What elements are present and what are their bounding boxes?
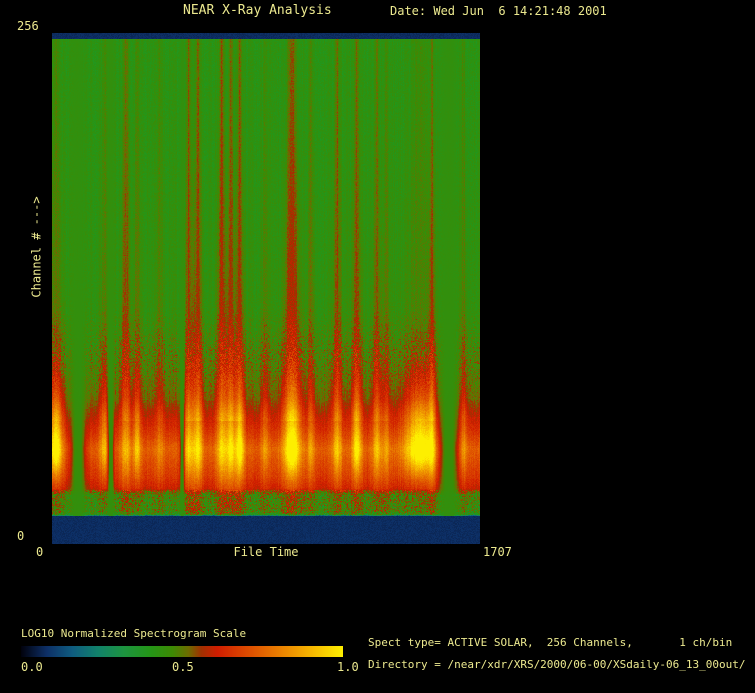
spect-type-label: Spect type= ACTIVE SOLAR, 256 Channels, … xyxy=(368,636,733,649)
spectrogram-canvas xyxy=(52,33,480,544)
spectrogram-plot-area xyxy=(52,33,480,544)
colorbar-title: LOG10 Normalized Spectrogram Scale xyxy=(21,627,247,640)
x-axis-min-label: 0 xyxy=(36,545,44,559)
y-axis-label: Channel # ---> xyxy=(29,196,44,298)
directory-label: Directory = /near/xdr/XRS/2000/06-00/XSd… xyxy=(368,658,746,671)
page-title: NEAR X-Ray Analysis xyxy=(183,3,332,18)
colorbar-tick-min: 0.0 xyxy=(21,660,43,674)
y-axis-max-label: 256 xyxy=(17,19,39,33)
x-axis-label: File Time xyxy=(233,545,299,559)
plot-window: NEAR X-Ray Analysis Date: Wed Jun 6 14:2… xyxy=(0,0,755,693)
y-axis-min-label: 0 xyxy=(17,529,25,543)
x-axis-max-label: 1707 xyxy=(483,545,512,559)
colorbar-gradient xyxy=(21,646,343,657)
date-label: Date: Wed Jun 6 14:21:48 2001 xyxy=(390,4,607,18)
colorbar-tick-mid: 0.5 xyxy=(172,660,194,674)
colorbar-tick-max: 1.0 xyxy=(337,660,359,674)
